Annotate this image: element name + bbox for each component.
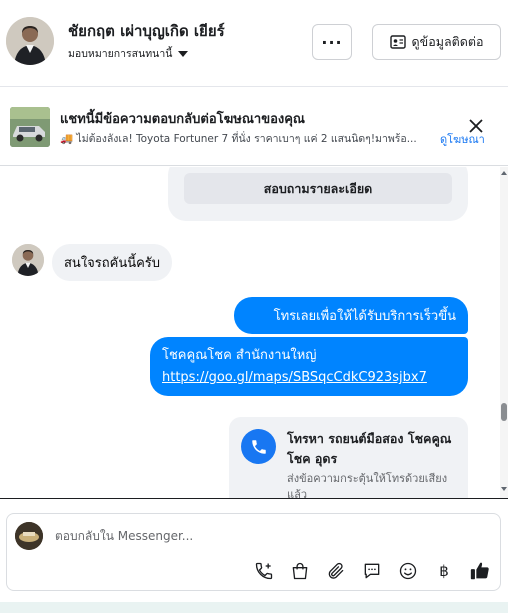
message-thread[interactable]: สอบถามรายละเอียด สนใจรถคันนี้ครับ โทรเลย… xyxy=(0,167,508,498)
ad-banner-title: แชทนี้มีข้อความตอบกลับต่อโฆษณาของคุณ xyxy=(60,112,305,127)
scroll-thumb[interactable] xyxy=(501,403,507,421)
incoming-message: สนใจรถคันนี้ครับ xyxy=(52,244,173,281)
inquire-details-button[interactable]: สอบถามรายละเอียด xyxy=(184,173,452,204)
call-card-title: โทรหา รถยนต์มือสอง โชคคูณโชค อุดร xyxy=(287,431,452,466)
reply-input[interactable] xyxy=(55,524,435,548)
contact-name[interactable]: ชัยกฤต เผ่าบุญเกิด เยียร์ xyxy=(68,19,225,43)
close-banner-button[interactable] xyxy=(466,116,486,136)
ad-card-message: สอบถามรายละเอียด xyxy=(168,167,468,221)
phone-icon xyxy=(241,429,276,464)
thumbs-up-icon[interactable] xyxy=(467,558,493,584)
assign-label: มอบหมายการสนทนานี้ xyxy=(68,48,173,60)
call-prompt-card[interactable]: โทรหา รถยนต์มือสอง โชคคูณโชค อุดร ส่งข้อ… xyxy=(229,417,468,498)
reply-composer: ฿ xyxy=(0,498,508,602)
scroll-up-arrow-icon[interactable] xyxy=(501,171,507,175)
view-contact-info-button[interactable]: ดูข้อมูลติดต่อ xyxy=(372,24,501,60)
conversation-header: ชัยกฤต เผ่าบุญเกิด เยียร์ มอบหมายการสนทน… xyxy=(0,0,508,87)
emoji-icon[interactable] xyxy=(395,558,421,584)
scroll-down-arrow-icon[interactable] xyxy=(501,487,507,491)
assign-conversation-dropdown[interactable]: มอบหมายการสนทนานี้ xyxy=(68,45,189,62)
car-photo-icon xyxy=(10,107,50,147)
outgoing-message-with-link: โชคคูณโชค สำนักงานใหญ่ https://goo.gl/ma… xyxy=(150,337,468,396)
view-contact-info-label: ดูข้อมูลติดต่อ xyxy=(411,34,484,49)
page-avatar xyxy=(15,522,43,550)
composer-box: ฿ xyxy=(6,513,501,591)
contact-card-icon xyxy=(389,35,406,49)
composer-toolbar: ฿ xyxy=(251,558,493,584)
outgoing-message: โทรเลยเพื่อให้ได้รับบริการเร็วขึ้น xyxy=(234,297,468,334)
person-photo-icon xyxy=(6,17,54,65)
paperclip-icon[interactable] xyxy=(323,558,349,584)
sender-avatar[interactable] xyxy=(12,244,44,276)
chat-bubble-icon[interactable] xyxy=(359,558,385,584)
close-icon xyxy=(469,119,483,133)
page-logo-icon xyxy=(15,522,43,550)
more-options-button[interactable]: ··· xyxy=(312,24,352,60)
person-photo-icon xyxy=(12,244,44,276)
baht-icon[interactable]: ฿ xyxy=(431,558,457,584)
thread-scrollbar[interactable] xyxy=(500,167,508,498)
phone-plus-icon[interactable] xyxy=(251,558,277,584)
ad-banner-preview-text: 🚚 ไม่ต้องลังเล! Toyota Fortuner 7 ที่นั่… xyxy=(60,133,417,145)
bottom-strip xyxy=(0,602,508,613)
shopping-bag-icon[interactable] xyxy=(287,558,313,584)
ad-thumbnail xyxy=(10,107,50,147)
message-text: โชคคูณโชค สำนักงานใหญ่ xyxy=(162,348,317,363)
contact-avatar[interactable] xyxy=(6,17,54,65)
call-card-subtitle: ส่งข้อความกระตุ้นให้โทรด้วยเสียงแล้ว xyxy=(287,472,448,498)
caret-down-icon xyxy=(178,50,189,57)
ad-reply-banner: แชทนี้มีข้อความตอบกลับต่อโฆษณาของคุณ 🚚 ไ… xyxy=(0,88,508,166)
maps-link[interactable]: https://goo.gl/maps/SBSqcCdkC923sjbx7 xyxy=(162,367,456,389)
